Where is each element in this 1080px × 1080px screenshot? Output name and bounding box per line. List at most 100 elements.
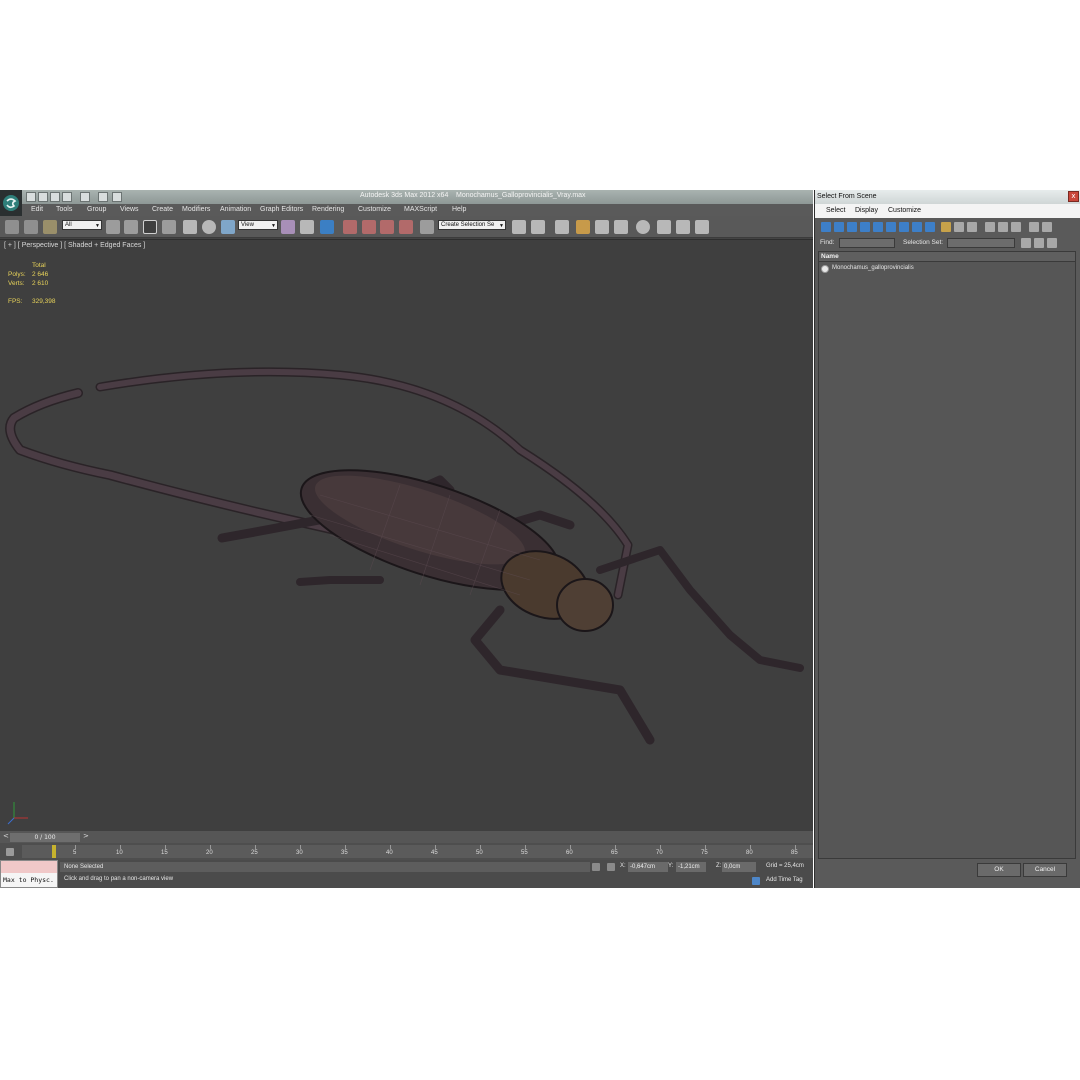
- time-prev-button[interactable]: <: [3, 832, 9, 840]
- edit-selection-set-icon[interactable]: [1047, 238, 1057, 248]
- sync-selection-icon[interactable]: [1042, 222, 1052, 232]
- scene-object-list[interactable]: Name Monochamus_galloprovincialis: [818, 251, 1076, 859]
- window-crossing-icon[interactable]: [162, 220, 176, 234]
- display-bones-icon[interactable]: [925, 222, 935, 232]
- unlink-icon[interactable]: [24, 220, 38, 234]
- display-cameras-icon[interactable]: [860, 222, 870, 232]
- edit-named-selection-icon[interactable]: [420, 220, 434, 234]
- graphite-tools-icon[interactable]: [576, 220, 590, 234]
- save-file-icon[interactable]: [50, 192, 60, 202]
- track-bar-ruler[interactable]: 5 10 15 20 25 30 35 40 45 50 55 60 65 70…: [22, 845, 813, 858]
- dialog-menu-customize[interactable]: Customize: [888, 207, 921, 214]
- render-setup-icon[interactable]: [657, 220, 671, 234]
- application-button[interactable]: [0, 190, 22, 216]
- lock-selection-icon[interactable]: [592, 863, 600, 871]
- bind-space-warp-icon[interactable]: [43, 220, 57, 234]
- curve-editor-icon[interactable]: [595, 220, 609, 234]
- rendered-frame-window-icon[interactable]: [676, 220, 690, 234]
- rotate-icon[interactable]: [202, 220, 216, 234]
- display-none-icon[interactable]: [954, 222, 964, 232]
- scale-icon[interactable]: [221, 220, 235, 234]
- menu-modifiers[interactable]: Modifiers: [182, 206, 210, 213]
- create-selection-set-icon[interactable]: [1021, 238, 1031, 248]
- pivot-center-icon[interactable]: [281, 220, 295, 234]
- find-input[interactable]: [839, 238, 895, 248]
- menu-create[interactable]: Create: [152, 206, 173, 213]
- select-object-icon[interactable]: [106, 220, 120, 234]
- link-icon[interactable]: [5, 220, 19, 234]
- select-none-icon[interactable]: [998, 222, 1008, 232]
- menu-customize[interactable]: Customize: [358, 206, 391, 213]
- dialog-menu-display[interactable]: Display: [855, 207, 878, 214]
- open-file-icon[interactable]: [38, 192, 48, 202]
- render-production-icon[interactable]: [695, 220, 709, 234]
- angle-snap-icon[interactable]: [362, 220, 376, 234]
- mirror-icon[interactable]: [512, 220, 526, 234]
- ok-button[interactable]: OK: [977, 863, 1021, 877]
- x-coord-field[interactable]: -0,647cm: [628, 862, 668, 872]
- menu-rendering[interactable]: Rendering: [312, 206, 344, 213]
- select-invert-icon[interactable]: [1011, 222, 1021, 232]
- rectangular-selection-icon[interactable]: [143, 220, 157, 234]
- snaps-toggle-icon[interactable]: [343, 220, 357, 234]
- display-geometry-icon[interactable]: [821, 222, 831, 232]
- selection-filter-dropdown[interactable]: All ▼: [62, 220, 102, 230]
- menu-views[interactable]: Views: [120, 206, 139, 213]
- time-slider-thumb[interactable]: [52, 845, 56, 858]
- named-selection-dropdown[interactable]: Create Selection Se ▼: [438, 220, 506, 230]
- track-bar[interactable]: 5 10 15 20 25 30 35 40 45 50 55 60 65 70…: [0, 843, 813, 860]
- quick-access-dropdown-icon[interactable]: [112, 192, 122, 202]
- display-helpers-icon[interactable]: [873, 222, 883, 232]
- perspective-viewport[interactable]: [ + ] [ Perspective ] [ Shaded + Edged F…: [0, 239, 813, 831]
- y-coord-field[interactable]: -1,21cm: [676, 862, 706, 872]
- menu-help[interactable]: Help: [452, 206, 466, 213]
- display-shapes-icon[interactable]: [834, 222, 844, 232]
- layer-manager-icon[interactable]: [555, 220, 569, 234]
- new-file-icon[interactable]: [26, 192, 36, 202]
- align-icon[interactable]: [531, 220, 545, 234]
- menu-maxscript[interactable]: MAXScript: [404, 206, 437, 213]
- display-lights-icon[interactable]: [847, 222, 857, 232]
- tick-mark: [210, 845, 211, 849]
- z-coord-field[interactable]: 0,0cm: [722, 862, 756, 872]
- schematic-view-icon[interactable]: [614, 220, 628, 234]
- time-next-button[interactable]: >: [83, 832, 89, 840]
- add-time-tag-button[interactable]: Add Time Tag: [766, 877, 803, 883]
- move-icon[interactable]: [183, 220, 197, 234]
- maxscript-mini-listener[interactable]: Max to Physc.: [0, 860, 58, 888]
- display-all-icon[interactable]: [941, 222, 951, 232]
- percent-snap-icon[interactable]: [380, 220, 394, 234]
- display-space-warps-icon[interactable]: [886, 222, 896, 232]
- listener-output-line[interactable]: [1, 861, 57, 873]
- dialog-menu-select[interactable]: Select: [826, 207, 845, 214]
- reference-coordinate-dropdown[interactable]: View ▼: [238, 220, 278, 230]
- spinner-snap-icon[interactable]: [399, 220, 413, 234]
- keyboard-shortcut-override-icon[interactable]: [320, 220, 334, 234]
- menu-tools[interactable]: Tools: [56, 206, 72, 213]
- time-counter[interactable]: 0 / 100: [10, 833, 80, 842]
- time-tag-icon[interactable]: [752, 877, 760, 885]
- material-editor-icon[interactable]: [636, 220, 650, 234]
- remove-selection-set-icon[interactable]: [1034, 238, 1044, 248]
- redo-icon[interactable]: [80, 192, 90, 202]
- display-groups-icon[interactable]: [899, 222, 909, 232]
- mini-curve-editor-icon[interactable]: [6, 848, 14, 856]
- select-by-name-icon[interactable]: [124, 220, 138, 234]
- list-item[interactable]: Monochamus_galloprovincialis: [821, 264, 1061, 274]
- menu-group[interactable]: Group: [87, 206, 106, 213]
- select-manipulate-icon[interactable]: [300, 220, 314, 234]
- absolute-mode-transform-icon[interactable]: [607, 863, 615, 871]
- display-invert-icon[interactable]: [967, 222, 977, 232]
- menu-graph-editors[interactable]: Graph Editors: [260, 206, 303, 213]
- project-folder-icon[interactable]: [98, 192, 108, 202]
- name-column-header[interactable]: Name: [819, 252, 1075, 262]
- filter-icon[interactable]: [1029, 222, 1039, 232]
- display-xrefs-icon[interactable]: [912, 222, 922, 232]
- select-all-icon[interactable]: [985, 222, 995, 232]
- menu-edit[interactable]: Edit: [31, 206, 43, 213]
- selection-set-dropdown[interactable]: [947, 238, 1015, 248]
- cancel-button[interactable]: Cancel: [1023, 863, 1067, 877]
- undo-icon[interactable]: [62, 192, 72, 202]
- close-icon[interactable]: x: [1068, 191, 1079, 202]
- menu-animation[interactable]: Animation: [220, 206, 251, 213]
